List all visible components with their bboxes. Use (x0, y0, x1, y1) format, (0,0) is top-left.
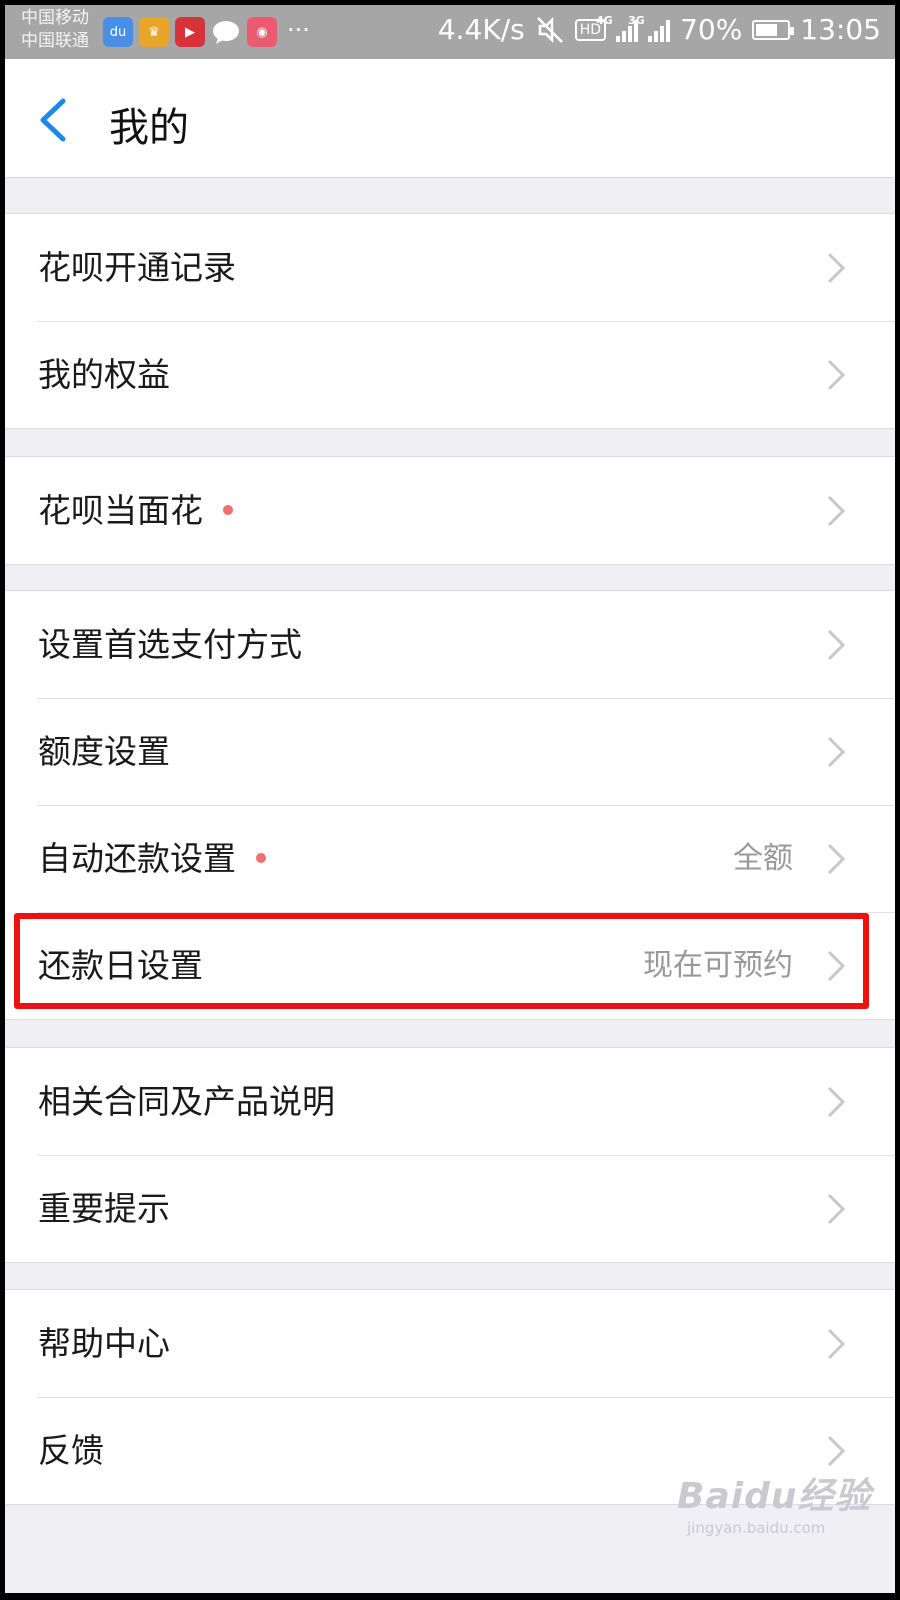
settings-group-1: 花呗开通记录 我的权益 (5, 213, 895, 429)
network-speed: 4.4K/s (437, 13, 525, 46)
app-screen: 中国移动 中国联通 du ♛ ▶ ◉ ··· 4.4K/s HD 4G 3G 7… (5, 5, 895, 1593)
chevron-right-icon (827, 359, 846, 391)
menu-item-label: 额度设置 (38, 732, 170, 771)
nav-bar: 我的 (5, 59, 895, 178)
menu-item-label: 我的权益 (38, 355, 170, 394)
chevron-right-icon (827, 1193, 846, 1225)
menu-item-credit-limit[interactable]: 额度设置 (5, 698, 895, 805)
status-bar: 中国移动 中国联通 du ♛ ▶ ◉ ··· 4.4K/s HD 4G 3G 7… (5, 5, 895, 59)
menu-item-help-center[interactable]: 帮助中心 (5, 1290, 895, 1397)
watermark-url: jingyan.baidu.com (687, 1519, 826, 1537)
menu-item-preferred-payment[interactable]: 设置首选支付方式 (5, 591, 895, 698)
signal-3g-icon: 3G (628, 14, 671, 42)
video-app-icon: ▶ (175, 17, 205, 47)
menu-item-my-benefits[interactable]: 我的权益 (5, 321, 895, 428)
menu-item-contracts[interactable]: 相关合同及产品说明 (5, 1048, 895, 1155)
menu-item-face-to-face-pay[interactable]: 花呗当面花 (5, 457, 895, 564)
status-indicators: 4.4K/s HD 4G 3G 70% 13:05 (438, 13, 881, 46)
carrier-1: 中国移动 (21, 8, 89, 28)
menu-item-label: 重要提示 (38, 1189, 170, 1228)
highlight-box (14, 913, 869, 1009)
menu-item-label: 花呗开通记录 (38, 248, 236, 287)
menu-item-label: 相关合同及产品说明 (38, 1082, 335, 1121)
chevron-right-icon (827, 1328, 846, 1360)
chevron-right-icon (827, 736, 846, 768)
carrier-labels: 中国移动 中国联通 (21, 7, 89, 53)
back-arrow-icon[interactable] (35, 97, 75, 143)
chevron-right-icon (827, 1435, 846, 1467)
chevron-right-icon (827, 252, 846, 284)
watermark: Baidu经验 jingyan.baidu.com (677, 1467, 871, 1537)
menu-item-important-notice[interactable]: 重要提示 (5, 1155, 895, 1262)
menu-item-label: 设置首选支付方式 (38, 625, 302, 664)
chevron-right-icon (827, 1086, 846, 1118)
notification-icons: du ♛ ▶ ◉ ··· (103, 17, 310, 47)
chevron-right-icon (827, 629, 846, 661)
chevron-right-icon (827, 843, 846, 875)
wechat-icon (211, 17, 241, 47)
carrier-2: 中国联通 (21, 31, 89, 51)
menu-item-label: 反馈 (38, 1431, 104, 1470)
page-title: 我的 (109, 105, 189, 151)
settings-group-4: 相关合同及产品说明 重要提示 (5, 1047, 895, 1263)
crown-app-icon: ♛ (139, 17, 169, 47)
menu-item-label: 自动还款设置 (38, 839, 236, 878)
new-badge-dot (256, 852, 266, 863)
menu-item-value: 全额 (733, 841, 793, 876)
menu-item-auto-repay[interactable]: 自动还款设置 全额 (5, 805, 895, 912)
more-notifications-icon: ··· (287, 16, 310, 44)
new-badge-dot (223, 504, 233, 515)
baidu-icon: du (103, 17, 133, 47)
menu-item-label-wrap: 花呗当面花 (38, 457, 233, 564)
menu-item-label: 花呗当面花 (38, 491, 203, 530)
menu-item-huabei-records[interactable]: 花呗开通记录 (5, 214, 895, 321)
clock: 13:05 (800, 13, 881, 46)
menu-item-label: 帮助中心 (38, 1324, 170, 1363)
mute-icon (536, 16, 563, 43)
battery-icon (752, 19, 795, 40)
menu-item-label-wrap: 自动还款设置 (38, 805, 266, 912)
chevron-right-icon (827, 495, 846, 527)
shop-app-icon: ◉ (247, 17, 277, 47)
settings-group-2: 花呗当面花 (5, 456, 895, 565)
watermark-logo: Baidu经验 (677, 1476, 872, 1517)
battery-percent: 70% (680, 13, 743, 46)
